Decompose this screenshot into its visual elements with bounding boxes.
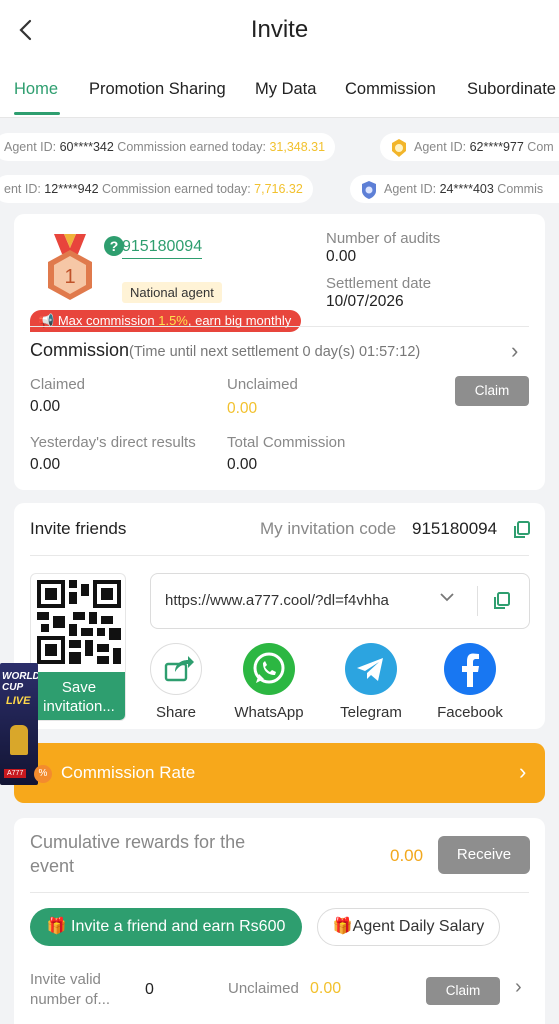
invite-url: https://www.a777.cool/?dl=f4vhha — [165, 592, 389, 609]
whatsapp-button[interactable]: WhatsApp — [229, 643, 309, 721]
whatsapp-icon — [243, 643, 295, 695]
chevron-down-icon[interactable] — [438, 588, 456, 611]
copy-icon[interactable] — [513, 521, 531, 539]
chevron-right-icon: › — [519, 759, 527, 784]
svg-text:1: 1 — [64, 266, 75, 288]
gift-icon: 🎁 — [46, 918, 67, 935]
chevron-right-icon[interactable]: › — [511, 338, 518, 364]
yesterday-value: 0.00 — [30, 456, 61, 473]
total-commission-label: Total Commission — [227, 434, 346, 451]
floating-ad-banner[interactable]: WORLD CUP LIVE A777 — [0, 663, 38, 785]
invite-url-field[interactable]: https://www.a777.cool/?dl=f4vhha — [150, 573, 530, 629]
help-icon[interactable]: ? — [104, 236, 124, 256]
ticker-item: Agent ID: 24****403 Commis — [350, 175, 559, 203]
claim-reward-button[interactable]: Claim — [426, 977, 500, 1005]
qr-code-card[interactable]: Save invitation... — [30, 573, 126, 721]
commission-heading[interactable]: Commission(Time until next settlement 0 … — [30, 340, 420, 361]
audits-value: 0.00 — [326, 248, 357, 265]
facebook-icon — [444, 643, 496, 695]
rank-badge: National agent — [122, 282, 222, 303]
invite-earn-button[interactable]: 🎁 Invite a friend and earn Rs600 — [30, 908, 302, 946]
settlement-value: 10/07/2026 — [326, 293, 404, 310]
invitation-code-label: My invitation code — [260, 519, 397, 538]
trophy-badge-icon — [390, 138, 408, 158]
tab-promotion-sharing[interactable]: Promotion Sharing — [89, 80, 226, 99]
invite-title: Invite friends — [30, 519, 127, 538]
telegram-icon — [345, 643, 397, 695]
chevron-right-icon[interactable]: › — [515, 976, 522, 999]
valid-invites-label: Invite valid number of... — [30, 971, 111, 1008]
cumulative-rewards-title: Cumulative rewards for the event — [30, 832, 246, 876]
invitation-code: 915180094 — [412, 519, 498, 538]
save-invitation-button[interactable]: Save invitation... — [31, 672, 125, 720]
rewards-card: Cumulative rewards for the event 0.00 Re… — [14, 818, 545, 1024]
facebook-button[interactable]: Facebook — [430, 643, 510, 721]
page-title: Invite — [250, 16, 309, 43]
valid-invites-value: 0 — [145, 981, 154, 998]
share-icon — [150, 643, 202, 695]
unclaimed-value: 0.00 — [227, 400, 258, 417]
ticker-item: ent ID: 12****942 Commission earned toda… — [0, 175, 313, 203]
claimed-label: Claimed — [30, 376, 86, 393]
gift-icon: 🎁 — [332, 918, 353, 935]
unclaimed-value: 0.00 — [310, 980, 342, 997]
agent-card: 1 ? 915180094 National agent Number of a… — [14, 214, 545, 490]
ticker-item: Agent ID: 62****977 Com — [380, 133, 559, 161]
qr-code-icon — [37, 580, 121, 664]
max-commission-banner: 📢 Max commission 1.5%, earn big monthly — [30, 310, 302, 332]
commission-rate-button[interactable]: Commission Rate › — [14, 743, 545, 803]
tab-subordinate[interactable]: Subordinate — [467, 80, 556, 99]
agent-daily-salary-button[interactable]: 🎁Agent Daily Salary — [317, 908, 500, 946]
unclaimed-label: Unclaimed — [228, 980, 299, 997]
tab-bar: Home Promotion Sharing My Data Commissio… — [0, 60, 559, 118]
commission-rate-label: Commission Rate — [61, 763, 196, 782]
percent-badge-icon: % — [34, 765, 52, 783]
shield-badge-icon — [360, 180, 378, 200]
cumulative-rewards-amount: 0.00 — [390, 846, 424, 865]
active-tab-indicator — [14, 112, 60, 115]
header: Invite — [0, 0, 559, 60]
divider — [30, 892, 529, 893]
unclaimed-label: Unclaimed — [227, 376, 298, 393]
divider — [30, 326, 529, 327]
tab-my-data[interactable]: My Data — [255, 80, 316, 99]
telegram-button[interactable]: Telegram — [331, 643, 411, 721]
copy-url-icon[interactable] — [493, 592, 511, 610]
ad-brand: A777 — [4, 769, 27, 778]
divider — [30, 555, 529, 556]
agent-id[interactable]: 915180094 — [122, 238, 203, 259]
trophy-icon — [10, 725, 28, 755]
claim-commission-button[interactable]: Claim — [455, 376, 529, 406]
total-commission-value: 0.00 — [227, 456, 258, 473]
audits-label: Number of audits — [326, 230, 441, 247]
divider — [477, 586, 478, 616]
rank-medal-icon: 1 — [42, 232, 98, 302]
invite-card: Invite friends My invitation code 915180… — [14, 503, 545, 729]
claimed-value: 0.00 — [30, 398, 61, 415]
ad-headline: WORLD CUP — [2, 671, 38, 693]
ad-live-label: LIVE — [6, 695, 31, 707]
tab-commission[interactable]: Commission — [345, 80, 436, 99]
ticker-item: Agent ID: 60****342 Commission earned to… — [0, 133, 336, 161]
receive-button[interactable]: Receive — [438, 836, 530, 874]
settlement-label: Settlement date — [326, 275, 432, 292]
tab-home[interactable]: Home — [14, 80, 58, 99]
share-button[interactable]: Share — [136, 643, 216, 721]
yesterday-label: Yesterday's direct results — [30, 434, 196, 451]
